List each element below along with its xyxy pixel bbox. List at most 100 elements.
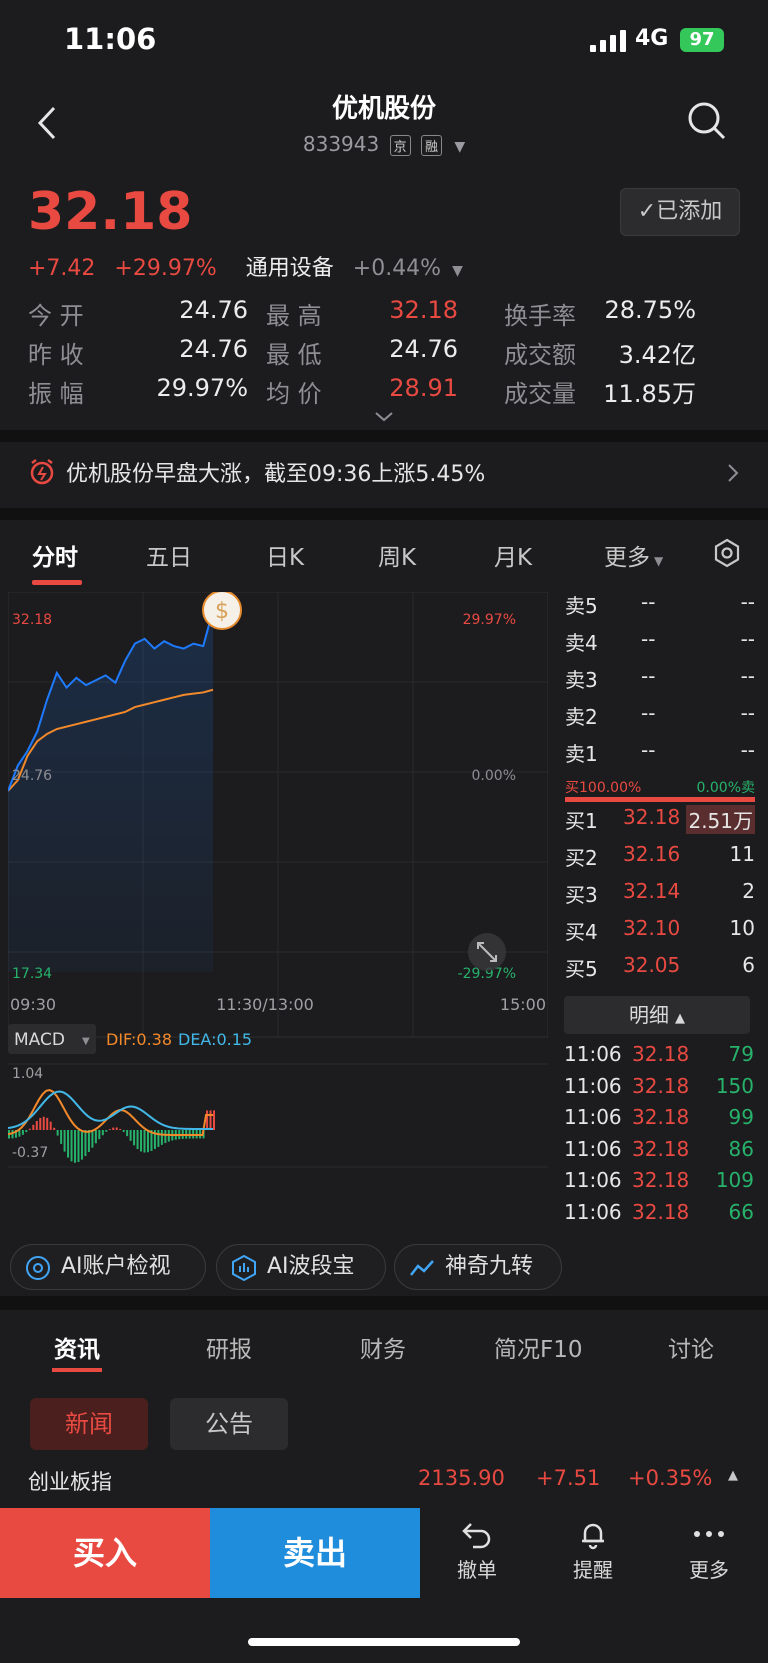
macd-bar [157,1130,160,1147]
margin-tag: 融 [420,135,442,156]
stock-title: 优机股份 [331,94,436,124]
macd-bar [209,1110,212,1130]
quote-row: 昨 收 24.76 最 低 24.76 成交额 3.42亿 [28,335,740,374]
macd-bar [32,1124,35,1130]
macd-bar [140,1130,143,1152]
macd-bar [67,1130,70,1158]
macd-bar [63,1130,66,1152]
status-time: 11:06 [64,22,157,56]
macd-label: MACD [14,1030,65,1050]
marker-label: $ [215,599,229,624]
macd-bar [136,1130,139,1150]
sell-row: 卖4 -- -- [565,627,755,655]
added-watchlist-button[interactable]: ✓已添加 [620,188,740,236]
chevron-right-icon [728,464,739,482]
tab-five-day[interactable]: 五日 [146,538,192,572]
network-label: 4G [635,26,669,51]
amount-label: 成交额 [504,341,576,369]
tick-row: 11:06 32.18 79 [564,1042,754,1066]
alert-button[interactable]: 提醒 [548,1520,638,1583]
time-start-label: 09:30 [10,995,56,1014]
dif-label: DIF:0.38 [106,1030,172,1049]
chevron-down-icon: ▼ [452,263,463,279]
amplitude-label: 振 幅 [28,380,84,408]
stock-code: 833943 [302,132,380,156]
more-button[interactable]: 更多 [664,1520,754,1583]
macd-bar [122,1130,125,1132]
macd-bar [206,1110,209,1130]
stock-code-row[interactable]: 833943 京 融 ▼ [0,132,768,156]
ai-band-button[interactable]: AI波段宝 [216,1244,386,1290]
tab-weekly-k[interactable]: 周K [378,538,416,572]
tab-finance[interactable]: 财务 [360,1330,406,1364]
price-bottom-label: 17.34 [12,966,52,982]
macd-bar [213,1110,215,1130]
ratio-bar [565,797,755,802]
tab-news-info[interactable]: 资讯 [54,1330,100,1364]
expand-chevron-icon[interactable] [372,410,396,424]
tab-profile-f10[interactable]: 简况F10 [494,1330,583,1364]
macd-dea-line [8,1090,214,1130]
tick-row: 11:06 32.18 150 [564,1073,754,1098]
nine-turn-button[interactable]: 神奇九转 [394,1244,562,1290]
quote-grid: 今 开 24.76 最 高 32.18 换手率 28.75% 昨 收 24.76… [28,296,740,413]
tab-research[interactable]: 研报 [206,1330,252,1364]
volume-value: 11.85万 [603,380,696,408]
macd-bar [143,1130,146,1153]
ai-account-check-button[interactable]: AI账户检视 [10,1244,206,1290]
buy-row: 买2 32.16 11 [565,842,755,870]
avg-price-value: 28.91 [389,374,458,402]
chip-announcement[interactable]: 公告 [170,1398,288,1450]
index-pct: +0.35% [628,1466,713,1490]
macd-bar [91,1130,94,1148]
open-value: 24.76 [179,296,248,324]
tab-more[interactable]: 更多 ▼ [604,538,663,572]
index-ticker-bar[interactable]: 创业板指 2135.90 +7.51 +0.35% ▲ [0,1450,768,1508]
search-icon[interactable] [686,100,728,142]
detail-toggle-button[interactable]: 明细 ▲ [564,996,750,1034]
fullscreen-icon [468,933,506,971]
ratio-buy-label: 买100.00% [565,780,642,796]
buy-button[interactable]: 买入 [0,1508,210,1598]
macd-bar [146,1130,149,1153]
macd-bar [28,1128,31,1130]
chevron-down-icon[interactable]: ▼ [454,139,465,155]
intraday-chart[interactable]: $ 32.18 29.97% 24.76 0.00% 17.34 -29.97%… [8,592,548,1232]
macd-bar [35,1120,38,1130]
sector-name: 通用设备 [245,256,334,281]
macd-bar [98,1130,101,1140]
tick-row: 11:06 32.18 86 [564,1136,754,1161]
turnover-value: 28.75% [604,296,696,324]
info-tab-underline [52,1368,102,1372]
high-label: 最 高 [266,302,322,330]
quote-row: 今 开 24.76 最 高 32.18 换手率 28.75% [28,296,740,335]
settings-icon[interactable] [712,538,742,568]
more-dots-icon [694,1531,724,1537]
amplitude-value: 29.97% [156,374,248,402]
pct-mid-label: 0.00% [472,768,516,784]
macd-bar [94,1130,97,1144]
quote-row: 振 幅 29.97% 均 价 28.91 成交量 11.85万 [28,374,740,413]
price-mid-label: 24.76 [12,768,52,784]
tab-intraday[interactable]: 分时 [32,538,78,572]
chevron-up-icon: ▲ [728,1468,738,1483]
sector-pct: +0.44% [352,256,442,281]
prev-close-value: 24.76 [179,335,248,363]
cancel-order-button[interactable]: 撤单 [432,1520,522,1583]
high-value: 32.18 [389,296,458,324]
tab-discussion[interactable]: 讨论 [668,1330,714,1364]
tab-daily-k[interactable]: 日K [266,538,304,572]
macd-bar [119,1128,122,1130]
macd-bar [129,1130,132,1141]
chip-news[interactable]: 新闻 [30,1398,148,1450]
low-label: 最 低 [266,341,322,369]
macd-bar [112,1127,115,1130]
alarm-icon [30,459,54,485]
sell-button[interactable]: 卖出 [210,1508,420,1598]
info-tabs: 资讯 研报 财务 简况F10 讨论 [0,1310,768,1390]
tab-monthly-k[interactable]: 月K [494,538,532,572]
macd-max-label: 1.04 [12,1066,43,1082]
amount-value: 3.42亿 [618,341,696,369]
macd-min-label: -0.37 [12,1145,48,1161]
ratio-sell-label: 0.00%卖 [696,780,755,796]
